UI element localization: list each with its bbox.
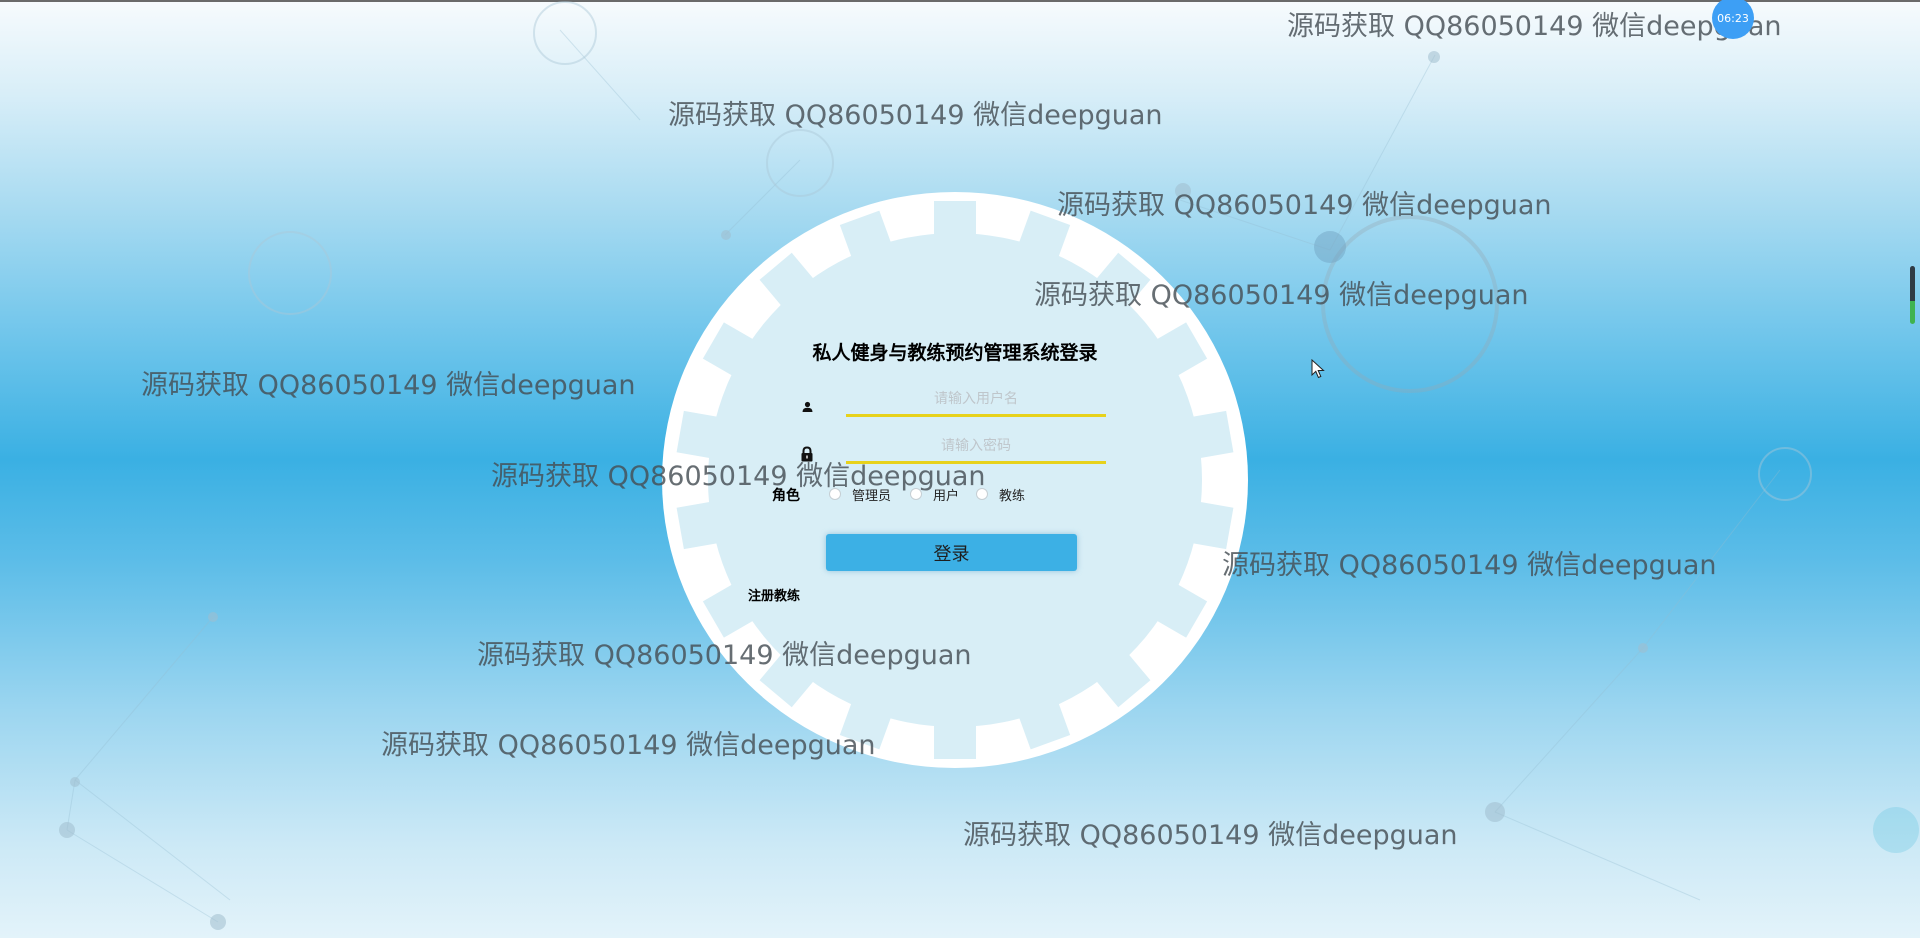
role-label-admin: 管理员 xyxy=(852,489,892,504)
role-radio-user[interactable] xyxy=(910,488,922,500)
role-label-user: 用户 xyxy=(933,489,960,504)
role-label: 角色 xyxy=(772,488,800,504)
register-coach-link[interactable]: 注册教练 xyxy=(748,585,800,604)
role-radio-admin[interactable] xyxy=(829,488,841,500)
mouse-pointer-icon xyxy=(1311,359,1325,379)
lock-icon xyxy=(801,446,813,462)
password-input[interactable] xyxy=(846,431,1106,464)
role-radio-coach[interactable] xyxy=(976,488,988,500)
username-input[interactable] xyxy=(846,384,1106,417)
role-label-coach: 教练 xyxy=(999,489,1026,504)
user-icon xyxy=(802,401,813,412)
gear-form-background xyxy=(662,192,1248,768)
login-page: 私人健身与教练预约管理系统登录 角色 管理员 用户 教练 登录 注册教练 源码获… xyxy=(0,0,1920,938)
login-title: 私人健身与教练预约管理系统登录 xyxy=(812,342,1098,364)
scrollbar-handle[interactable] xyxy=(1910,266,1915,324)
login-button[interactable]: 登录 xyxy=(826,534,1077,571)
